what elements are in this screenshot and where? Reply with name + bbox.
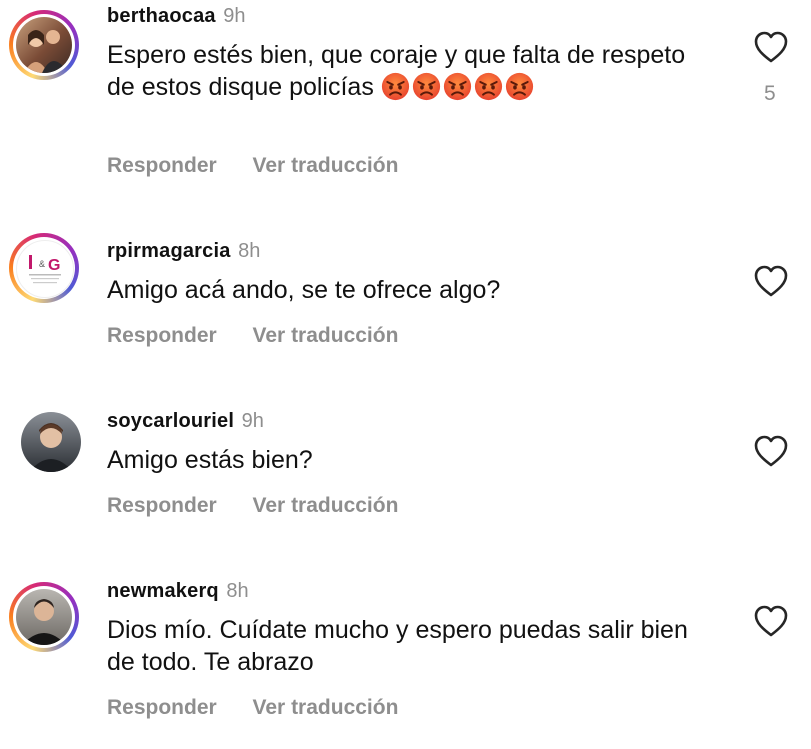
angry-face-emoji — [505, 72, 534, 101]
avatar-photo-icon — [22, 599, 66, 645]
comment-actions: Responder Ver traducción — [107, 324, 428, 348]
comment-header: newmakerq 8h — [107, 579, 249, 603]
translate-button[interactable]: Ver traducción — [253, 324, 399, 347]
comment-text: Espero estés bien, que coraje y que falt… — [107, 39, 707, 103]
like-heart-icon[interactable] — [753, 604, 789, 638]
avatar — [16, 17, 72, 73]
translate-button[interactable]: Ver traducción — [253, 494, 399, 517]
timestamp: 8h — [226, 580, 249, 602]
avatar-photo-icon — [29, 423, 73, 472]
comment-header: berthaocaa 9h — [107, 4, 246, 28]
angry-face-emoji — [443, 72, 472, 101]
avatar — [16, 589, 72, 645]
like-heart-icon[interactable] — [753, 30, 789, 64]
reply-button[interactable]: Responder — [107, 324, 217, 347]
comment-actions: Responder Ver traducción — [107, 494, 428, 518]
avatar-photo-icon — [24, 30, 68, 73]
comment-text-body: Amigo estás bien? — [107, 446, 313, 474]
translate-button[interactable]: Ver traducción — [253, 696, 399, 719]
comment-header: soycarlouriel 9h — [107, 409, 264, 433]
svg-text:G: G — [48, 257, 60, 274]
username-link[interactable]: soycarlouriel — [107, 410, 234, 432]
like-count: 5 — [764, 82, 776, 105]
avatar-story-ring[interactable] — [9, 582, 79, 652]
svg-text:&: & — [39, 259, 45, 269]
angry-face-emoji — [412, 72, 441, 101]
avatar-story-ring[interactable]: & G — [9, 233, 79, 303]
translate-button[interactable]: Ver traducción — [253, 154, 399, 177]
reply-button[interactable]: Responder — [107, 494, 217, 517]
comment-header: rpirmagarcia 8h — [107, 239, 260, 263]
ig-logo-icon: & G — [29, 255, 61, 284]
timestamp: 9h — [241, 410, 264, 432]
comment-text: Amigo acá ando, se te ofrece algo? — [107, 274, 707, 306]
comment-text: Dios mío. Cuídate mucho y espero puedas … — [107, 614, 717, 678]
reply-button[interactable]: Responder — [107, 154, 217, 177]
username-link[interactable]: newmakerq — [107, 580, 219, 602]
username-link[interactable]: berthaocaa — [107, 5, 216, 27]
comment-text-body: Amigo acá ando, se te ofrece algo? — [107, 276, 501, 304]
timestamp: 9h — [223, 5, 246, 27]
like-heart-icon[interactable] — [753, 434, 789, 468]
comment-text: Amigo estás bien? — [107, 444, 707, 476]
reply-button[interactable]: Responder — [107, 696, 217, 719]
angry-face-emoji — [474, 72, 503, 101]
avatar-story-ring[interactable] — [9, 10, 79, 80]
username-link[interactable]: rpirmagarcia — [107, 240, 231, 262]
avatar: & G — [16, 240, 74, 298]
angry-face-emoji — [381, 72, 410, 101]
comment-actions: Responder Ver traducción — [107, 154, 428, 178]
comment-actions: Responder Ver traducción — [107, 696, 428, 720]
timestamp: 8h — [238, 240, 261, 262]
comment-text-body: Dios mío. Cuídate mucho y espero puedas … — [107, 616, 688, 676]
like-heart-icon[interactable] — [753, 264, 789, 298]
avatar[interactable] — [21, 412, 81, 472]
